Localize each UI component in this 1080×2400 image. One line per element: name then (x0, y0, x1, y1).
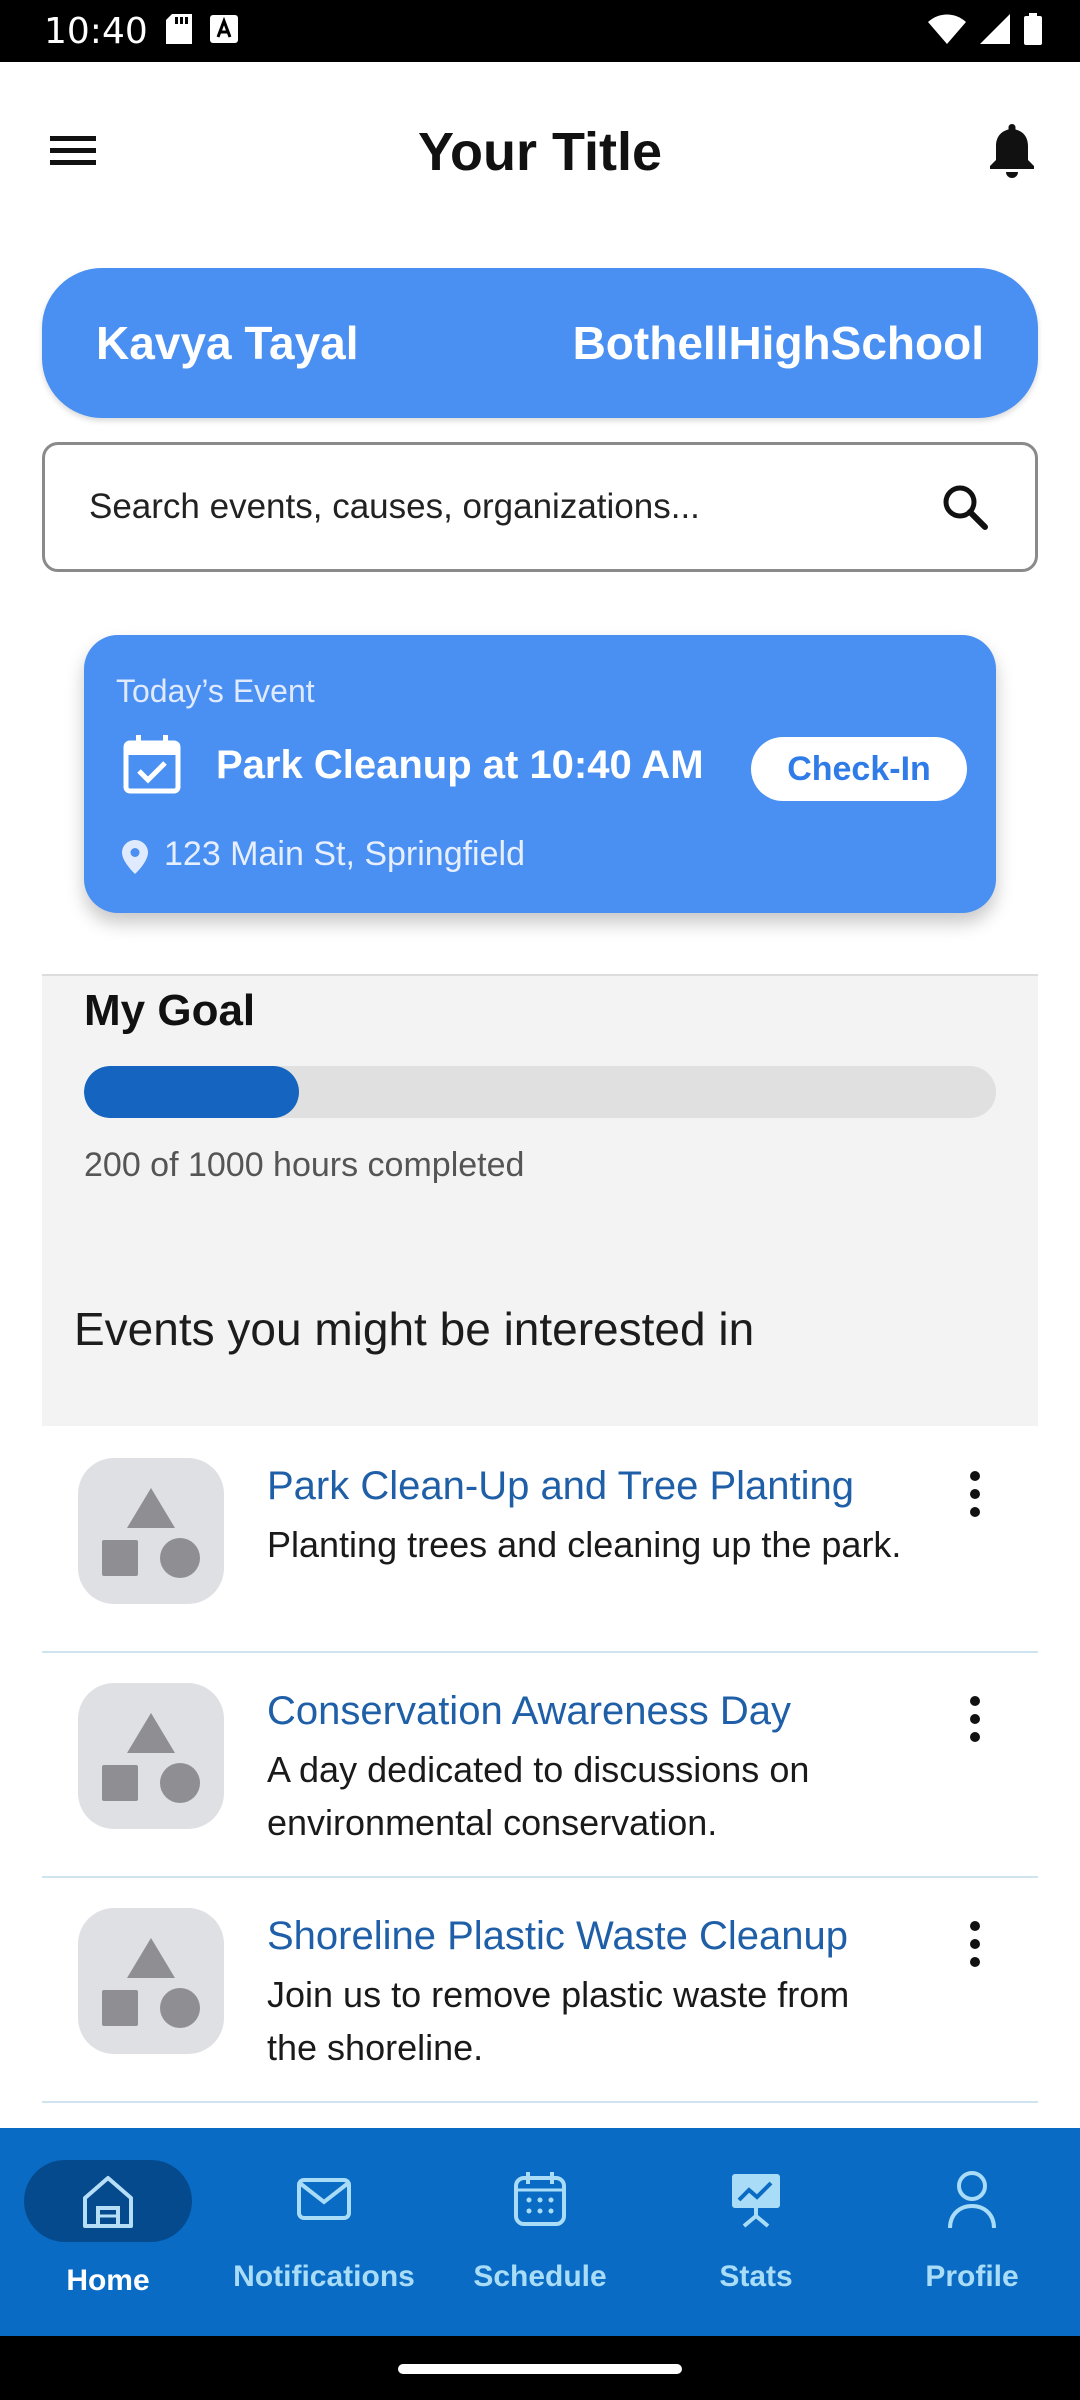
interested-events-heading: Events you might be interested in (74, 1303, 755, 1355)
list-item[interactable]: Park Clean-Up and Tree Planting Planting… (42, 1428, 1038, 1653)
check-in-button[interactable]: Check-In (751, 737, 967, 801)
todays-event-address: 123 Main St, Springfield (164, 835, 525, 873)
nav-label: Notifications (233, 2260, 415, 2293)
user-name: Kavya Tayal (96, 317, 359, 369)
location-pin-icon (122, 840, 148, 874)
nav-label: Stats (719, 2260, 793, 2293)
mail-icon (297, 2178, 351, 2220)
text-a-icon (209, 14, 238, 48)
event-title[interactable]: Shoreline Plastic Waste Cleanup (267, 1914, 848, 1959)
event-thumbnail (78, 1683, 224, 1829)
shapes-placeholder-icon (102, 1938, 200, 2028)
more-vert-icon[interactable] (960, 1691, 990, 1751)
app-bar: Your Title (0, 62, 1080, 242)
stats-presentation-icon (732, 2174, 780, 2228)
goal-progress-text: 200 of 1000 hours completed (84, 1146, 525, 1184)
user-school: BothellHighSchool (572, 317, 984, 369)
todays-event-tag: Today’s Event (116, 673, 315, 709)
nav-profile[interactable]: Profile (864, 2128, 1080, 2336)
event-title[interactable]: Park Clean-Up and Tree Planting (267, 1464, 854, 1509)
event-thumbnail (78, 1458, 224, 1604)
todays-event-card[interactable]: Today’s Event Park Cleanup at 10:40 AM C… (84, 635, 996, 913)
nav-schedule[interactable]: Schedule (432, 2128, 648, 2336)
event-description: Planting trees and cleaning up the park. (267, 1524, 902, 1565)
gesture-handle[interactable] (398, 2364, 682, 2374)
bell-icon (990, 124, 1034, 178)
sd-card-icon (165, 13, 192, 49)
status-bar: 10:40 (0, 0, 1080, 62)
nav-label: Schedule (473, 2260, 607, 2293)
goal-section: My Goal 200 of 1000 hours completed Even… (42, 974, 1038, 1426)
event-description: A day dedicated to discussions on enviro… (267, 1749, 810, 1843)
event-thumbnail (78, 1908, 224, 2054)
calendar-icon (514, 2172, 566, 2226)
menu-button[interactable] (44, 126, 102, 176)
hamburger-menu-icon (50, 136, 96, 165)
nav-notifications[interactable]: Notifications (216, 2128, 432, 2336)
shapes-placeholder-icon (102, 1488, 200, 1578)
list-item[interactable]: Shoreline Plastic Waste Cleanup Join us … (42, 1878, 1038, 2103)
home-icon (83, 2176, 133, 2228)
gesture-navigation-bar (0, 2336, 1080, 2400)
more-vert-icon[interactable] (960, 1916, 990, 1976)
status-time: 10:40 (44, 10, 148, 52)
bottom-navigation: Home Notifications Schedule Stats Profil… (0, 2128, 1080, 2336)
goal-progress-bar (84, 1066, 996, 1118)
cellular-signal-icon (980, 13, 1010, 49)
user-info-banner: Kavya Tayal BothellHighSchool (42, 268, 1038, 418)
person-icon (948, 2171, 996, 2229)
goal-progress-fill (84, 1066, 300, 1118)
todays-event-title: Park Cleanup at 10:40 AM (216, 743, 704, 787)
calendar-check-icon (123, 735, 181, 794)
battery-icon (1024, 12, 1042, 50)
page-title: Your Title (417, 122, 663, 182)
list-item[interactable]: Conservation Awareness Day A day dedicat… (42, 1653, 1038, 1878)
nav-home-indicator (24, 2160, 192, 2242)
nav-label: Profile (925, 2260, 1019, 2293)
event-list: Park Clean-Up and Tree Planting Planting… (42, 1428, 1038, 2103)
goal-title: My Goal (84, 986, 256, 1035)
more-vert-icon[interactable] (960, 1466, 990, 1526)
nav-label: Home (66, 2264, 150, 2297)
search-bar[interactable] (42, 442, 1038, 572)
event-description: Join us to remove plastic waste from the… (267, 1974, 850, 2068)
wifi-icon (928, 14, 966, 49)
search-icon[interactable] (939, 481, 991, 533)
notifications-button[interactable] (986, 120, 1038, 180)
nav-home[interactable]: Home (0, 2128, 216, 2336)
nav-stats[interactable]: Stats (648, 2128, 864, 2336)
search-input[interactable] (89, 487, 929, 527)
event-title[interactable]: Conservation Awareness Day (267, 1689, 791, 1734)
shapes-placeholder-icon (102, 1713, 200, 1803)
